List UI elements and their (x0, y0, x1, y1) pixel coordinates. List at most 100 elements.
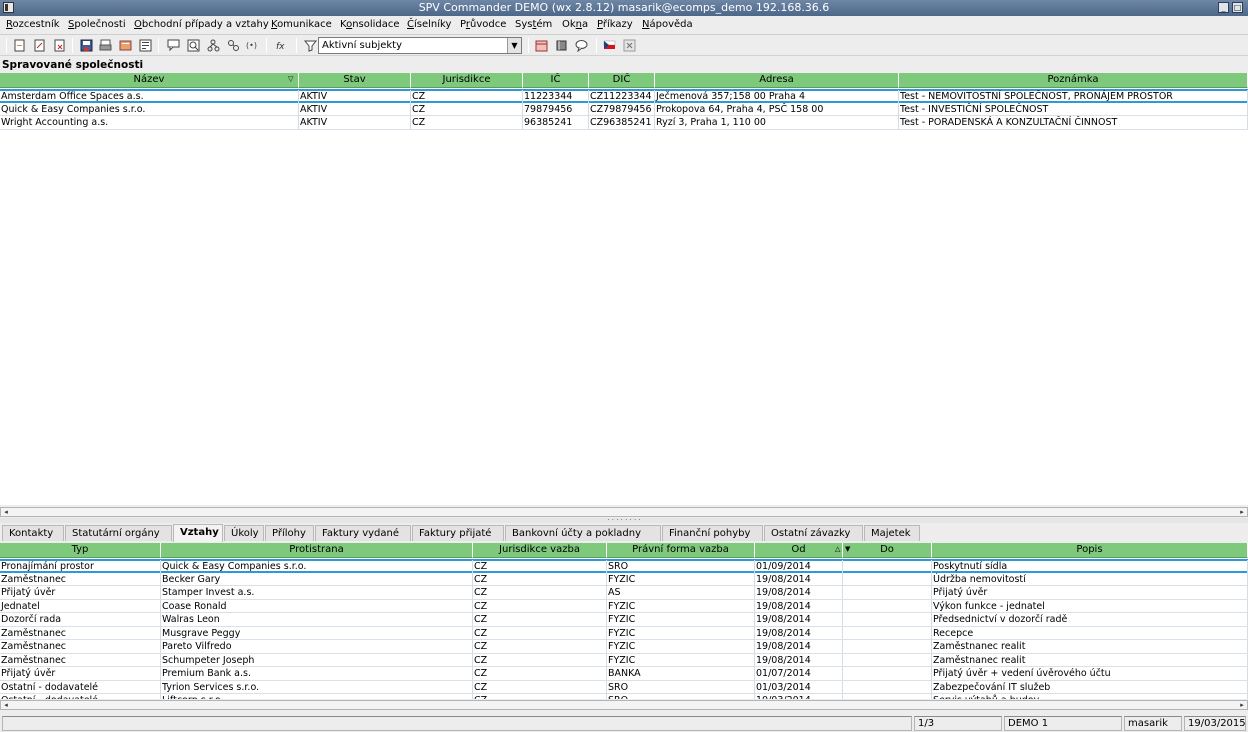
tab-statutární-orgány[interactable]: Statutární orgány (65, 525, 172, 541)
relation-button[interactable] (226, 38, 241, 52)
status-date: 19/03/2015 (1184, 716, 1246, 731)
filter-column-icon[interactable]: ▼ (845, 543, 850, 556)
relations-header-do[interactable]: Do ▼ (843, 543, 932, 558)
menu-item-průvodce[interactable]: Průvodce (460, 19, 506, 30)
relations-row[interactable]: Pronajímání prostor Quick & Easy Companie… (0, 559, 1248, 573)
relations-cell-jurisdikce-vazba: CZ (473, 694, 607, 699)
tree-button[interactable] (206, 38, 221, 52)
relations-grid[interactable]: Typ Protistrana Jurisdikce vazba Právní for… (0, 543, 1248, 699)
companies-header-ič[interactable]: IČ (523, 73, 589, 88)
relations-cell-typ: Přijatý úvěr (0, 667, 161, 680)
companies-header-adresa[interactable]: Adresa (655, 73, 899, 88)
menu-item-rozcestník[interactable]: Rozcestník (6, 19, 60, 30)
companies-header-název[interactable]: Název ▽ (0, 73, 299, 88)
relations-cell-typ: Zaměstnanec (0, 572, 161, 586)
relations-header-od[interactable]: Od △ (755, 543, 843, 558)
report-button[interactable] (138, 38, 153, 52)
scroll-right-icon[interactable]: ▸ (1238, 701, 1246, 709)
menu-item-obchodní-případy-a-vztahy[interactable]: Obchodní případy a vztahy (134, 19, 269, 30)
sort-desc-icon[interactable]: ▽ (288, 73, 293, 86)
relations-header-právní-forma-vazba[interactable]: Právní forma vazba (607, 543, 755, 558)
subject-filter-select[interactable]: Aktivní subjekty ▼ (318, 37, 522, 54)
chevron-down-icon[interactable]: ▼ (507, 38, 521, 53)
menu-item-nápověda[interactable]: Nápověda (642, 19, 693, 30)
relations-row[interactable]: Ostatní - dodavatelé Tyrion Services s.r.… (0, 680, 1248, 694)
relations-row[interactable]: Zaměstnanec Musgrave Peggy CZ FYZIC 19/08/20… (0, 626, 1248, 640)
filter-button[interactable] (303, 38, 318, 52)
app-icon[interactable] (3, 2, 14, 13)
search-button[interactable] (186, 38, 201, 52)
relations-cell-protistrana: Premium Bank a.s. (161, 667, 473, 680)
relations-row[interactable]: Přijatý úvěr Premium Bank a.s. CZ BANKA 01/0… (0, 667, 1248, 681)
tab-bankovní-účty-a-pokladny[interactable]: Bankovní účty a pokladny (505, 525, 661, 541)
flag-cz-button[interactable] (602, 38, 617, 52)
relations-row[interactable]: Přijatý úvěr Stamper Invest a.s. CZ AS 19/08… (0, 586, 1248, 600)
menu-item-systém[interactable]: Systém (515, 19, 552, 30)
relations-row[interactable]: Ostatní - dodavateléLiftcorp s.r.o.CZSRO… (0, 694, 1248, 699)
menu-bar: Rozcestník Společnosti Obchodní případy a … (0, 16, 1248, 35)
scroll-right-icon[interactable]: ▸ (1238, 508, 1246, 516)
scroll-left-icon[interactable]: ◂ (2, 508, 10, 516)
print-button[interactable] (98, 38, 113, 52)
link-button[interactable]: (•) (245, 38, 260, 52)
book-button[interactable] (554, 38, 569, 52)
companies-grid[interactable]: Název ▽ Stav Jurisdikce IČ DIČ Adresa Poznámka A… (0, 73, 1248, 505)
minimize-icon[interactable]: _ (1218, 2, 1229, 13)
relations-header-popis[interactable]: Popis (932, 543, 1248, 558)
new-doc-button[interactable] (12, 38, 27, 52)
companies-cell-stav: AKTIV (299, 116, 411, 129)
menu-item-příkazy[interactable]: Příkazy (597, 19, 633, 30)
tab-úkoly[interactable]: Úkoly (224, 525, 264, 541)
maximize-icon[interactable]: □ (1232, 2, 1243, 13)
companies-header-poznámka[interactable]: Poznámka (899, 73, 1248, 88)
relations-cell-do (843, 599, 932, 613)
relations-horizontal-scrollbar[interactable]: ◂ ▸ (0, 700, 1248, 710)
companies-header-stav[interactable]: Stav (299, 73, 411, 88)
menu-item-číselníky[interactable]: Číselníky (407, 19, 451, 30)
window-title: SPV Commander DEMO (wx 2.8.12) masarik@e… (418, 1, 830, 14)
relations-cell-popis: Recepce (932, 626, 1248, 640)
relations-cell-do (843, 613, 932, 626)
companies-header-dič[interactable]: DIČ (589, 73, 655, 88)
relations-cell-typ: Jednatel (0, 599, 161, 613)
delete-doc-button[interactable] (52, 38, 67, 52)
tab-ostatní-závazky[interactable]: Ostatní závazky (764, 525, 863, 541)
tab-faktury-vydané[interactable]: Faktury vydané (315, 525, 411, 541)
tab-přílohy[interactable]: Přílohy (265, 525, 314, 541)
companies-row[interactable]: Amsterdam Office Spaces a.s. AKTIV CZ 11223… (0, 89, 1248, 103)
tab-faktury-přijaté[interactable]: Faktury přijaté (412, 525, 504, 541)
companies-cell-dič: CZ11223344 (589, 90, 655, 103)
tab-finanční-pohyby[interactable]: Finanční pohyby (662, 525, 763, 541)
relations-row[interactable]: Jednatel Coase Ronald CZ FYZIC 19/08/2014 Výk… (0, 599, 1248, 613)
relations-cell-popis: Přijatý úvěr + vedení úvěrového účtu (932, 667, 1248, 680)
chat-button[interactable] (574, 38, 589, 52)
close-button[interactable] (622, 38, 637, 52)
menu-item-okna[interactable]: Okna (562, 19, 588, 30)
relations-row[interactable]: Zaměstnanec Schumpeter Joseph CZ FYZIC 19/08… (0, 653, 1248, 667)
edit-doc-button[interactable] (32, 38, 47, 52)
tab-kontakty[interactable]: Kontakty (2, 525, 64, 541)
save-button[interactable] (79, 38, 94, 52)
menu-item-konsolidace[interactable]: Konsolidace (340, 19, 400, 30)
formula-button[interactable]: fx (275, 38, 290, 52)
export-button[interactable] (118, 38, 133, 52)
relations-header-jurisdikce-vazba[interactable]: Jurisdikce vazba (473, 543, 607, 558)
scroll-left-icon[interactable]: ◂ (2, 701, 10, 709)
menu-item-komunikace[interactable]: Komunikace (271, 19, 332, 30)
calendar-button[interactable] (534, 38, 549, 52)
companies-row[interactable]: Wright Accounting a.s. AKTIV CZ 96385241 CZ9… (0, 116, 1248, 130)
tab-majetek[interactable]: Majetek (864, 525, 920, 541)
companies-header-jurisdikce[interactable]: Jurisdikce (411, 73, 523, 88)
menu-item-společnosti[interactable]: Společnosti (68, 19, 126, 30)
companies-row[interactable]: Quick & Easy Companies s.r.o. AKTIV CZ 7987… (0, 102, 1248, 116)
tab-vztahy[interactable]: Vztahy (173, 524, 223, 542)
relations-row[interactable]: Dozorčí rada Walras Leon CZ FYZIC 19/08/2014… (0, 613, 1248, 627)
relations-row[interactable]: Zaměstnanec Becker Gary CZ FYZIC 19/08/2014 Ú… (0, 572, 1248, 586)
sort-asc-icon[interactable]: △ (835, 543, 840, 556)
relations-header-typ[interactable]: Typ (0, 543, 161, 558)
comment-button[interactable] (166, 38, 181, 52)
relations-cell-popis: Zabezpečování IT služeb (932, 680, 1248, 694)
relations-row[interactable]: Zaměstnanec Pareto Vilfredo CZ FYZIC 19/08/2… (0, 640, 1248, 654)
relations-header-protistrana[interactable]: Protistrana (161, 543, 473, 558)
svg-text:(•): (•) (246, 41, 257, 50)
